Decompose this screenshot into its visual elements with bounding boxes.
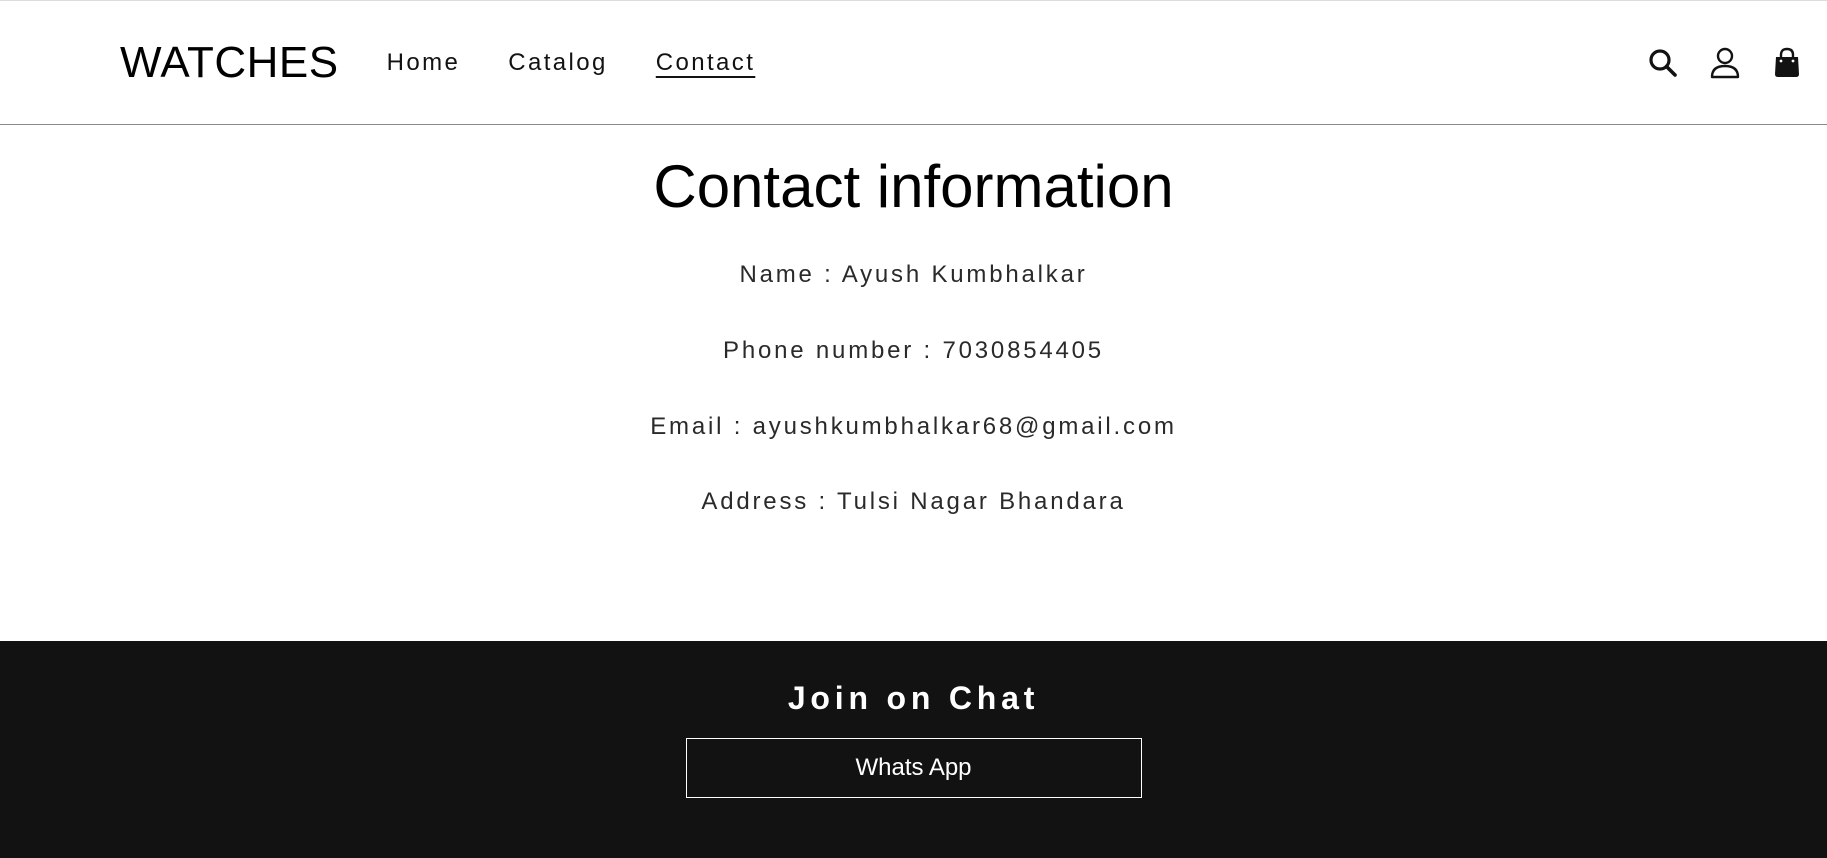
nav-catalog[interactable]: Catalog — [508, 49, 608, 77]
contact-address: Address : Tulsi Nagar Bhandara — [701, 488, 1126, 516]
main-nav: Home Catalog Contact — [387, 49, 804, 77]
cart-icon[interactable] — [1769, 45, 1805, 81]
account-icon[interactable] — [1707, 45, 1743, 81]
contact-phone: Phone number : 7030854405 — [723, 336, 1104, 364]
contact-name: Name : Ayush Kumbhalkar — [739, 261, 1088, 288]
nav-home[interactable]: Home — [387, 49, 461, 77]
contact-email: Email : ayushkumbhalkar68@gmail.com — [650, 412, 1177, 440]
whatsapp-button[interactable]: Whats App — [685, 738, 1142, 799]
site-footer: Join on Chat Whats App — [0, 641, 1827, 858]
contact-section: Contact information Name : Ayush Kumbhal… — [0, 125, 1827, 641]
header-icons — [1645, 1, 1805, 125]
site-header: WATCHES Home Catalog Contact — [0, 1, 1827, 125]
site-logo[interactable]: WATCHES — [120, 40, 339, 85]
footer-title: Join on Chat — [787, 680, 1040, 716]
page-title: Contact information — [653, 153, 1174, 220]
nav-contact[interactable]: Contact — [656, 49, 756, 77]
search-icon[interactable] — [1645, 45, 1681, 81]
